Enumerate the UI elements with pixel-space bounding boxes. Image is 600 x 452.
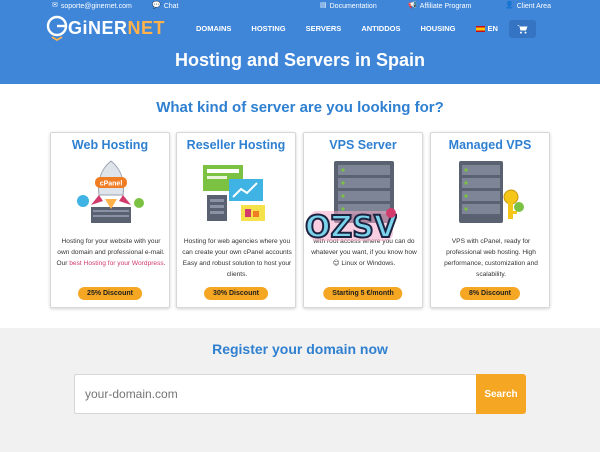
server-key-icon (459, 161, 524, 223)
affiliate-text: Affiliate Program (419, 2, 472, 10)
card-managed-vps[interactable]: Managed VPS VPS with cPanel, ready for p… (430, 132, 550, 308)
nav-antiddos[interactable]: ANTIDDOS (351, 20, 410, 38)
card-description: Hosting for your website with your own d… (56, 238, 166, 267)
search-button[interactable]: Search (476, 374, 526, 414)
chat-text: Chat (163, 2, 179, 10)
discount-badge[interactable]: 30% Discount (204, 287, 268, 300)
cart-button[interactable] (509, 20, 536, 38)
top-bar: ✉ soporte@ginernet.com 💬 Chat ▤ Document… (0, 0, 600, 14)
sticker-text: OZSV (305, 210, 397, 245)
email-text: soporte@ginernet.com (60, 2, 132, 10)
client-area-text: Client Area (516, 2, 551, 10)
card-description: VPS with cPanel, ready for professional … (444, 238, 538, 278)
discount-badge[interactable]: 8% Discount (459, 287, 521, 300)
main-nav: DOMAINS HOSTING SERVERS ANTIDDOS HOUSING… (186, 20, 508, 38)
reseller-graphs-icon (203, 165, 265, 221)
card-description: Hosting for web agencies where you can c… (182, 238, 292, 278)
cart-icon (517, 25, 528, 34)
cpanel-rocket-icon: cPanel (77, 160, 144, 223)
nav-hosting[interactable]: HOSTING (241, 20, 295, 38)
hero-title: Hosting and Servers in Spain (174, 50, 426, 70)
email-link[interactable]: ✉ soporte@ginernet.com (52, 2, 132, 10)
logo[interactable]: GiNERNET (46, 15, 165, 41)
language-selector[interactable]: EN (466, 20, 508, 38)
svg-text:cPanel: cPanel (100, 181, 123, 188)
domain-heading: Register your domain now (212, 341, 388, 357)
logo-globe-icon (46, 15, 68, 41)
logo-text: GiNERNET (68, 17, 166, 38)
card-title: VPS Server (329, 138, 397, 152)
megaphone-icon: 📢 (408, 2, 417, 9)
card-reseller-hosting[interactable]: Reseller Hosting Hosting for web agencie… (176, 132, 296, 308)
domain-input[interactable] (74, 374, 476, 414)
documentation-text: Documentation (329, 2, 377, 10)
wordpress-hosting-link[interactable]: best Hosting for your Wordpress (69, 260, 163, 267)
card-title: Web Hosting (71, 138, 149, 152)
card-title: Managed VPS (448, 138, 532, 152)
nav-servers[interactable]: SERVERS (296, 20, 352, 38)
document-icon: ▤ (320, 2, 327, 9)
site-header: ✉ soporte@ginernet.com 💬 Chat ▤ Document… (0, 0, 600, 84)
flag-icon (475, 26, 485, 32)
price-badge[interactable]: Starting 5 €/month (323, 287, 403, 300)
documentation-link[interactable]: ▤ Documentation (320, 2, 377, 10)
affiliate-link[interactable]: 📢 Affiliate Program (408, 2, 471, 10)
chat-icon: 💬 (152, 2, 161, 9)
sticker-graffiti: OZSV (305, 208, 397, 246)
card-title: Reseller Hosting (186, 138, 286, 152)
nav-housing[interactable]: HOUSING (410, 20, 465, 38)
chat-link[interactable]: 💬 Chat (152, 2, 179, 10)
domain-search-form: Search (74, 374, 526, 414)
envelope-icon: ✉ (52, 2, 58, 9)
card-web-hosting[interactable]: Web Hosting cPanel Hosting for your webs… (50, 132, 170, 308)
language-label: EN (487, 24, 498, 33)
domain-section: Register your domain now Search (0, 328, 600, 452)
nav-domains[interactable]: DOMAINS (186, 20, 241, 38)
discount-badge[interactable]: 25% Discount (78, 287, 142, 300)
client-area-link[interactable]: 👤 Client Area (505, 2, 551, 10)
user-icon: 👤 (505, 2, 514, 9)
servers-heading: What kind of server are you looking for? (156, 99, 444, 116)
